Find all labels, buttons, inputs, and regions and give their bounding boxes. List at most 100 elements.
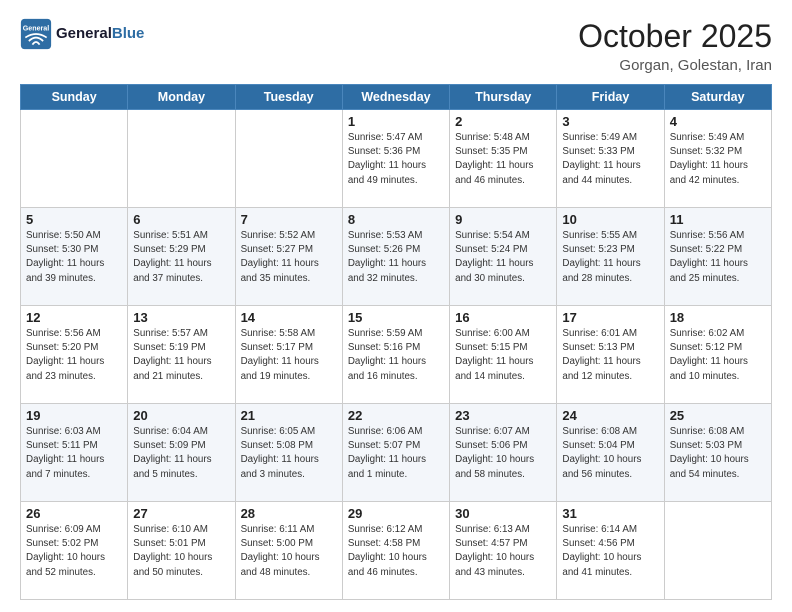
calendar-cell (235, 110, 342, 208)
day-number: 4 (670, 114, 766, 129)
svg-text:General: General (23, 24, 50, 32)
day-number: 22 (348, 408, 444, 423)
day-info: Sunrise: 6:03 AM Sunset: 5:11 PM Dayligh… (26, 425, 122, 482)
day-number: 14 (241, 310, 337, 325)
day-info: Sunrise: 5:49 AM Sunset: 5:33 PM Dayligh… (562, 131, 658, 188)
location-subtitle: Gorgan, Golestan, Iran (578, 57, 772, 74)
day-number: 6 (133, 212, 229, 227)
calendar-cell: 11 Sunrise: 5:56 AM Sunset: 5:22 PM Dayli… (664, 208, 771, 306)
calendar-cell: 25Sunrise: 6:08 AM Sunset: 5:03 PM Dayli… (664, 404, 771, 502)
weekday-header-saturday: Saturday (664, 85, 771, 110)
title-block: October 2025 Gorgan, Golestan, Iran (578, 18, 772, 74)
calendar-cell: 31 Sunrise: 6:14 AM Sunset: 4:56 PM Dayli… (557, 502, 664, 600)
day-info: Sunrise: 5:53 AM Sunset: 5:26 PM Dayligh… (348, 229, 444, 286)
calendar-cell: 14 Sunrise: 5:58 AM Sunset: 5:17 PM Dayli… (235, 306, 342, 404)
logo-text: GeneralBlue (56, 26, 144, 43)
day-info: Sunrise: 5:48 AM Sunset: 5:35 PM Dayligh… (455, 131, 551, 188)
calendar-cell: 2 Sunrise: 5:48 AM Sunset: 5:35 PM Daylig… (450, 110, 557, 208)
day-number: 21 (241, 408, 337, 423)
logo-icon: General (20, 18, 52, 50)
day-number: 3 (562, 114, 658, 129)
calendar-cell: 28Sunrise: 6:11 AM Sunset: 5:00 PM Dayli… (235, 502, 342, 600)
day-number: 30 (455, 506, 551, 521)
calendar-cell: 12Sunrise: 5:56 AM Sunset: 5:20 PM Dayli… (21, 306, 128, 404)
calendar-cell (128, 110, 235, 208)
weekday-header-row: SundayMondayTuesdayWednesdayThursdayFrid… (21, 85, 772, 110)
calendar-cell: 27 Sunrise: 6:10 AM Sunset: 5:01 PM Dayli… (128, 502, 235, 600)
calendar-cell: 9 Sunrise: 5:54 AM Sunset: 5:24 PM Daylig… (450, 208, 557, 306)
day-info: Sunrise: 5:49 AM Sunset: 5:32 PM Dayligh… (670, 131, 766, 188)
weekday-header-sunday: Sunday (21, 85, 128, 110)
day-info: Sunrise: 6:07 AM Sunset: 5:06 PM Dayligh… (455, 425, 551, 482)
calendar-cell: 20 Sunrise: 6:04 AM Sunset: 5:09 PM Dayli… (128, 404, 235, 502)
calendar-week-2: 5 Sunrise: 5:50 AM Sunset: 5:30 PM Daylig… (21, 208, 772, 306)
calendar-cell: 19 Sunrise: 6:03 AM Sunset: 5:11 PM Dayli… (21, 404, 128, 502)
day-info: Sunrise: 6:01 AM Sunset: 5:13 PM Dayligh… (562, 327, 658, 384)
day-number: 17 (562, 310, 658, 325)
day-number: 18 (670, 310, 766, 325)
day-number: 2 (455, 114, 551, 129)
day-info: Sunrise: 5:58 AM Sunset: 5:17 PM Dayligh… (241, 327, 337, 384)
day-number: 11 (670, 212, 766, 227)
day-number: 23 (455, 408, 551, 423)
day-info: Sunrise: 5:59 AM Sunset: 5:16 PM Dayligh… (348, 327, 444, 384)
day-number: 27 (133, 506, 229, 521)
day-info: Sunrise: 5:47 AM Sunset: 5:36 PM Dayligh… (348, 131, 444, 188)
day-number: 31 (562, 506, 658, 521)
calendar-cell: 13Sunrise: 5:57 AM Sunset: 5:19 PM Dayli… (128, 306, 235, 404)
calendar-week-4: 19 Sunrise: 6:03 AM Sunset: 5:11 PM Dayli… (21, 404, 772, 502)
day-number: 10 (562, 212, 658, 227)
day-number: 13 (133, 310, 229, 325)
calendar-cell: 26 Sunrise: 6:09 AM Sunset: 5:02 PM Dayli… (21, 502, 128, 600)
weekday-header-wednesday: Wednesday (342, 85, 449, 110)
calendar-week-1: 1 Sunrise: 5:47 AM Sunset: 5:36 PM Daylig… (21, 110, 772, 208)
day-info: Sunrise: 6:14 AM Sunset: 4:56 PM Dayligh… (562, 523, 658, 580)
day-number: 20 (133, 408, 229, 423)
day-info: Sunrise: 5:56 AM Sunset: 5:22 PM Dayligh… (670, 229, 766, 286)
day-number: 16 (455, 310, 551, 325)
day-number: 9 (455, 212, 551, 227)
day-info: Sunrise: 5:56 AM Sunset: 5:20 PM Dayligh… (26, 327, 122, 384)
calendar-cell: 10 Sunrise: 5:55 AM Sunset: 5:23 PM Dayli… (557, 208, 664, 306)
day-number: 29 (348, 506, 444, 521)
day-number: 5 (26, 212, 122, 227)
day-number: 24 (562, 408, 658, 423)
day-info: Sunrise: 5:55 AM Sunset: 5:23 PM Dayligh… (562, 229, 658, 286)
day-number: 15 (348, 310, 444, 325)
day-info: Sunrise: 6:04 AM Sunset: 5:09 PM Dayligh… (133, 425, 229, 482)
day-info: Sunrise: 6:08 AM Sunset: 5:04 PM Dayligh… (562, 425, 658, 482)
calendar-cell: 3 Sunrise: 5:49 AM Sunset: 5:33 PM Daylig… (557, 110, 664, 208)
calendar-cell: 5 Sunrise: 5:50 AM Sunset: 5:30 PM Daylig… (21, 208, 128, 306)
day-info: Sunrise: 6:10 AM Sunset: 5:01 PM Dayligh… (133, 523, 229, 580)
calendar-cell: 29 Sunrise: 6:12 AM Sunset: 4:58 PM Dayli… (342, 502, 449, 600)
calendar-cell: 23 Sunrise: 6:07 AM Sunset: 5:06 PM Dayli… (450, 404, 557, 502)
day-number: 1 (348, 114, 444, 129)
calendar-cell: 17 Sunrise: 6:01 AM Sunset: 5:13 PM Dayli… (557, 306, 664, 404)
day-info: Sunrise: 6:00 AM Sunset: 5:15 PM Dayligh… (455, 327, 551, 384)
calendar-cell: 22 Sunrise: 6:06 AM Sunset: 5:07 PM Dayli… (342, 404, 449, 502)
calendar-cell: 4 Sunrise: 5:49 AM Sunset: 5:32 PM Daylig… (664, 110, 771, 208)
logo: General GeneralBlue (20, 18, 144, 50)
weekday-header-friday: Friday (557, 85, 664, 110)
day-number: 26 (26, 506, 122, 521)
header: General GeneralBlue October 2025 Gorgan,… (20, 18, 772, 74)
weekday-header-monday: Monday (128, 85, 235, 110)
day-info: Sunrise: 6:09 AM Sunset: 5:02 PM Dayligh… (26, 523, 122, 580)
calendar-page: General GeneralBlue October 2025 Gorgan,… (0, 0, 792, 612)
day-number: 28 (241, 506, 337, 521)
weekday-header-tuesday: Tuesday (235, 85, 342, 110)
calendar-week-3: 12Sunrise: 5:56 AM Sunset: 5:20 PM Dayli… (21, 306, 772, 404)
day-info: Sunrise: 5:54 AM Sunset: 5:24 PM Dayligh… (455, 229, 551, 286)
calendar-cell: 24 Sunrise: 6:08 AM Sunset: 5:04 PM Dayli… (557, 404, 664, 502)
day-info: Sunrise: 6:02 AM Sunset: 5:12 PM Dayligh… (670, 327, 766, 384)
calendar-cell: 16 Sunrise: 6:00 AM Sunset: 5:15 PM Dayli… (450, 306, 557, 404)
calendar-cell: 15 Sunrise: 5:59 AM Sunset: 5:16 PM Dayli… (342, 306, 449, 404)
day-info: Sunrise: 6:13 AM Sunset: 4:57 PM Dayligh… (455, 523, 551, 580)
day-number: 25 (670, 408, 766, 423)
day-info: Sunrise: 6:12 AM Sunset: 4:58 PM Dayligh… (348, 523, 444, 580)
day-info: Sunrise: 5:50 AM Sunset: 5:30 PM Dayligh… (26, 229, 122, 286)
day-number: 19 (26, 408, 122, 423)
month-title: October 2025 (578, 18, 772, 55)
day-info: Sunrise: 5:51 AM Sunset: 5:29 PM Dayligh… (133, 229, 229, 286)
day-info: Sunrise: 6:06 AM Sunset: 5:07 PM Dayligh… (348, 425, 444, 482)
